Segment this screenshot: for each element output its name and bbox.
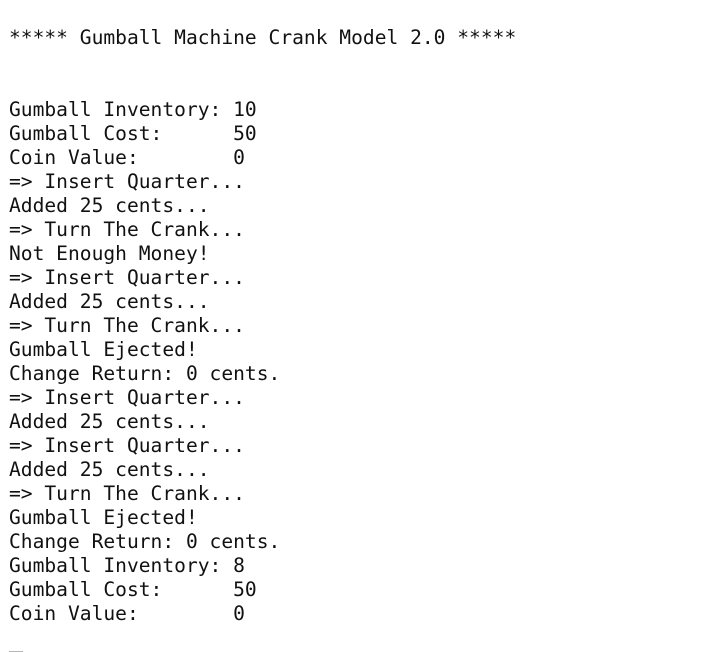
console-line: Added 25 cents... — [9, 290, 210, 313]
console-line: Gumball Inventory: 10 — [9, 98, 257, 121]
console-line: => Insert Quarter... — [9, 434, 245, 457]
console-line: Added 25 cents... — [9, 194, 210, 217]
console-line: Added 25 cents... — [9, 410, 210, 433]
console-line: Added 25 cents... — [9, 458, 210, 481]
console-line: => Turn The Crank... — [9, 218, 245, 241]
console-output: ***** Gumball Machine Crank Model 2.0 **… — [0, 0, 708, 652]
console-line: => Insert Quarter... — [9, 386, 245, 409]
console-line: => Turn The Crank... — [9, 314, 245, 337]
console-line: => Insert Quarter... — [9, 170, 245, 193]
console-line: => Turn The Crank... — [9, 482, 245, 505]
console-line: Change Return: 0 cents. — [9, 362, 281, 385]
console-line: => Insert Quarter... — [9, 266, 245, 289]
console-line: Not Enough Money! — [9, 242, 210, 265]
console-line: Change Return: 0 cents. — [9, 530, 281, 553]
console-header: ***** Gumball Machine Crank Model 2.0 **… — [9, 26, 517, 49]
console-line: Gumball Inventory: 8 — [9, 554, 245, 577]
console-line: Gumball Cost: 50 — [9, 578, 257, 601]
console-line: Gumball Cost: 50 — [9, 122, 257, 145]
console-line: Gumball Ejected! — [9, 338, 198, 361]
console-line: Gumball Ejected! — [9, 506, 198, 529]
console-line: Coin Value: 0 — [9, 602, 245, 625]
console-line: Coin Value: 0 — [9, 146, 245, 169]
